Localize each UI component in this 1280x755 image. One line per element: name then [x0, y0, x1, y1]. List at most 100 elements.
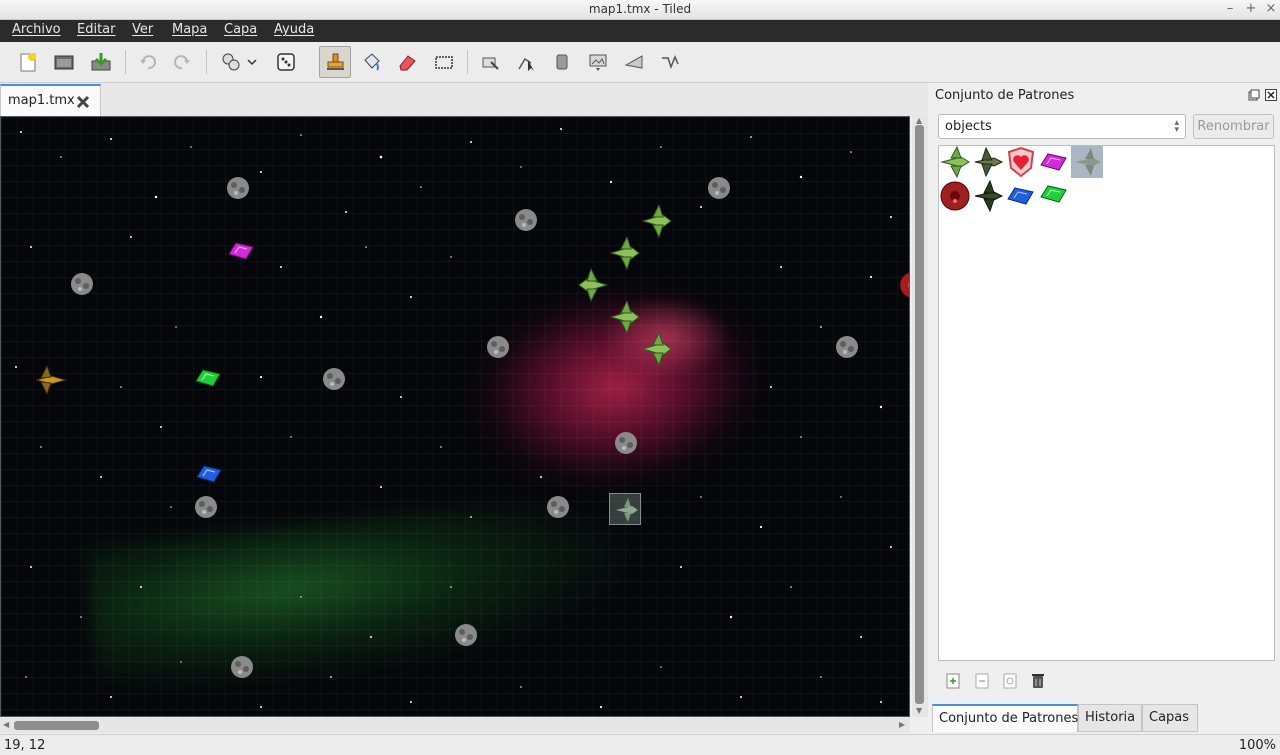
tab-history[interactable]: Historia	[1078, 704, 1142, 732]
tile-dark-fighter[interactable]	[972, 146, 1004, 178]
float-dock-icon[interactable]	[1248, 89, 1260, 101]
red-mine[interactable]	[897, 269, 910, 301]
tileset-tools	[938, 666, 1275, 698]
zoom-level[interactable]: 100%	[1239, 738, 1276, 753]
asteroid[interactable]	[543, 492, 573, 522]
save-icon[interactable]	[85, 46, 117, 78]
open-icon[interactable]	[48, 46, 80, 78]
redo-icon[interactable]	[166, 46, 198, 78]
asteroid[interactable]	[451, 620, 481, 650]
scroll-right-icon[interactable]: ▶	[899, 720, 905, 729]
tileset-properties-icon[interactable]	[1001, 672, 1019, 690]
gem-green[interactable]	[193, 366, 223, 390]
asteroid[interactable]	[319, 364, 349, 394]
green-fighter[interactable]	[639, 203, 675, 239]
asteroid[interactable]	[483, 332, 513, 362]
menu-ayuda[interactable]: Ayuda	[274, 22, 314, 37]
rename-button[interactable]: Renombrar	[1193, 114, 1274, 139]
green-fighter[interactable]	[575, 267, 611, 303]
tile-dark-fighter-2[interactable]	[972, 179, 1004, 213]
asteroid[interactable]	[611, 428, 641, 458]
menu-archivo[interactable]: Archivo	[12, 22, 61, 37]
chevron-updown-icon: ▴ ▾	[1174, 118, 1179, 135]
undo-icon[interactable]	[132, 46, 164, 78]
close-tab-icon[interactable]	[75, 94, 91, 110]
tile-preview	[609, 493, 641, 525]
gold-fighter[interactable]	[31, 362, 67, 398]
magic-wand-icon[interactable]	[474, 46, 506, 78]
title-bar: map1.tmx - Tiled – + ×	[0, 0, 1280, 20]
tile-gem-blue[interactable]	[1005, 180, 1037, 212]
toolbar-separator	[125, 50, 126, 74]
dropdown-icon[interactable]	[244, 46, 260, 78]
tile-gem-green[interactable]	[1038, 180, 1070, 212]
gem-magenta[interactable]	[226, 239, 256, 263]
menu-ver[interactable]: Ver	[132, 22, 153, 37]
map-canvas[interactable]	[0, 116, 910, 717]
close-window-icon[interactable]: ×	[1263, 1, 1279, 16]
dock-splitter[interactable]	[928, 83, 932, 733]
horizontal-scrollbar[interactable]: ◀ ▶	[0, 717, 910, 733]
new-map-icon[interactable]	[12, 46, 44, 78]
asteroid[interactable]	[227, 652, 257, 682]
eraser-icon[interactable]	[391, 46, 423, 78]
horizontal-scroll-thumb[interactable]	[14, 721, 99, 730]
tab-layers[interactable]: Capas	[1142, 704, 1198, 732]
insert-rect-icon[interactable]	[546, 46, 578, 78]
tab-map1[interactable]: map1.tmx	[0, 84, 101, 116]
tile-green-fighter[interactable]	[939, 145, 971, 179]
minimize-icon[interactable]: –	[1222, 1, 1238, 16]
document-tab-bar: map1.tmx	[0, 83, 928, 116]
menu-capa[interactable]: Capa	[224, 22, 257, 37]
dice-icon[interactable]	[270, 46, 302, 78]
tab-label: map1.tmx	[8, 93, 75, 108]
stamp-brush-icon[interactable]	[319, 46, 351, 78]
toolbar-separator	[467, 50, 468, 74]
dock-buttons	[1248, 89, 1278, 103]
status-bar: 19, 12 100%	[0, 734, 1280, 755]
insert-polyline-icon[interactable]	[654, 46, 686, 78]
green-fighter[interactable]	[607, 235, 643, 271]
tileset-view[interactable]	[938, 145, 1275, 661]
window-title: map1.tmx - Tiled	[588, 2, 692, 16]
menu-mapa[interactable]: Mapa	[172, 22, 207, 37]
menu-bar: Archivo Editar Ver Mapa Capa Ayuda	[0, 20, 1280, 42]
asteroid[interactable]	[832, 332, 862, 362]
import-tileset-icon[interactable]	[973, 672, 991, 690]
tile-red-mine[interactable]	[939, 180, 971, 212]
vertical-scroll-thumb[interactable]	[915, 125, 924, 704]
menu-editar[interactable]: Editar	[77, 22, 116, 37]
asteroid[interactable]	[704, 173, 734, 203]
new-tileset-icon[interactable]	[944, 672, 962, 690]
maximize-icon[interactable]: +	[1243, 1, 1259, 16]
tab-tilesets[interactable]: Conjunto de Patrones	[932, 704, 1078, 732]
tile-gem-magenta[interactable]	[1038, 146, 1070, 178]
asteroid[interactable]	[191, 492, 221, 522]
object-select-icon[interactable]	[510, 46, 542, 78]
vertical-scrollbar[interactable]: ▲ ▼	[912, 116, 928, 717]
tileset-select[interactable]: objects ▴ ▾	[938, 114, 1186, 139]
bucket-fill-icon[interactable]	[355, 46, 387, 78]
remove-tileset-icon[interactable]	[1029, 672, 1047, 690]
asteroid[interactable]	[223, 173, 253, 203]
scroll-left-icon[interactable]: ◀	[3, 720, 9, 729]
tile-ghost-fighter[interactable]	[1071, 146, 1103, 178]
close-dock-icon[interactable]	[1265, 89, 1277, 101]
scroll-up-icon[interactable]: ▲	[916, 116, 922, 125]
gem-blue[interactable]	[194, 462, 224, 486]
toolbar-separator	[206, 50, 207, 74]
asteroid[interactable]	[511, 205, 541, 235]
rect-select-icon[interactable]	[428, 46, 460, 78]
random-mode-icon[interactable]	[215, 46, 247, 78]
tile-heart-shield[interactable]	[1005, 146, 1037, 178]
insert-image-icon[interactable]	[582, 46, 614, 78]
cursor-coordinates: 19, 12	[4, 738, 46, 753]
scroll-down-icon[interactable]: ▼	[916, 706, 922, 715]
asteroid[interactable]	[67, 269, 97, 299]
tileset-dock-title: Conjunto de Patrones	[935, 88, 1075, 103]
tileset-select-value: objects	[945, 119, 992, 134]
green-fighter[interactable]	[607, 299, 643, 335]
main-toolbar	[0, 42, 1280, 83]
insert-polygon-icon[interactable]	[618, 46, 650, 78]
green-fighter[interactable]	[639, 331, 675, 367]
